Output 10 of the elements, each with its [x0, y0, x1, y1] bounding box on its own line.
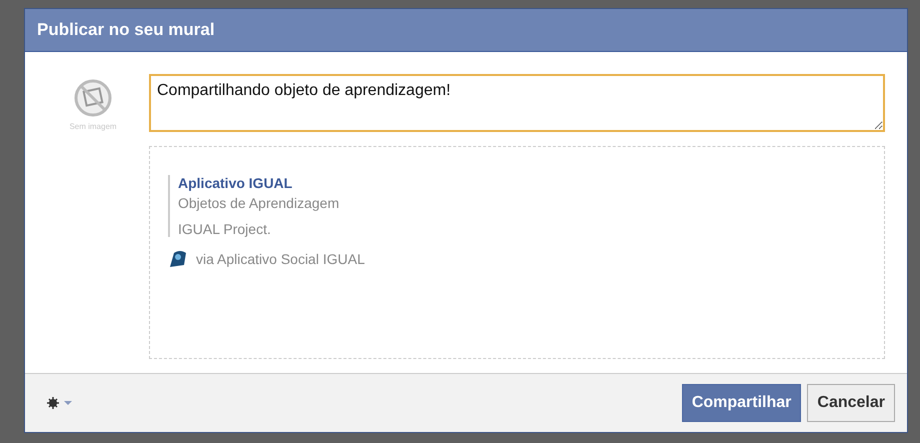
- app-link[interactable]: Aplicativo IGUAL: [178, 175, 864, 191]
- cancel-button[interactable]: Cancelar: [807, 384, 895, 422]
- attachment-description: IGUAL Project.: [178, 221, 272, 237]
- no-image-icon: [73, 78, 113, 118]
- attachment-subtitle: Objetos de Aprendizagem: [178, 195, 340, 211]
- message-field[interactable]: Compartilhando objeto de aprendizagem!: [149, 74, 885, 132]
- via-text: via Aplicativo Social IGUAL: [196, 251, 365, 267]
- app-logo-icon: [168, 249, 188, 269]
- dialog-title: Publicar no seu mural: [25, 9, 907, 52]
- share-button[interactable]: Compartilhar: [682, 384, 802, 422]
